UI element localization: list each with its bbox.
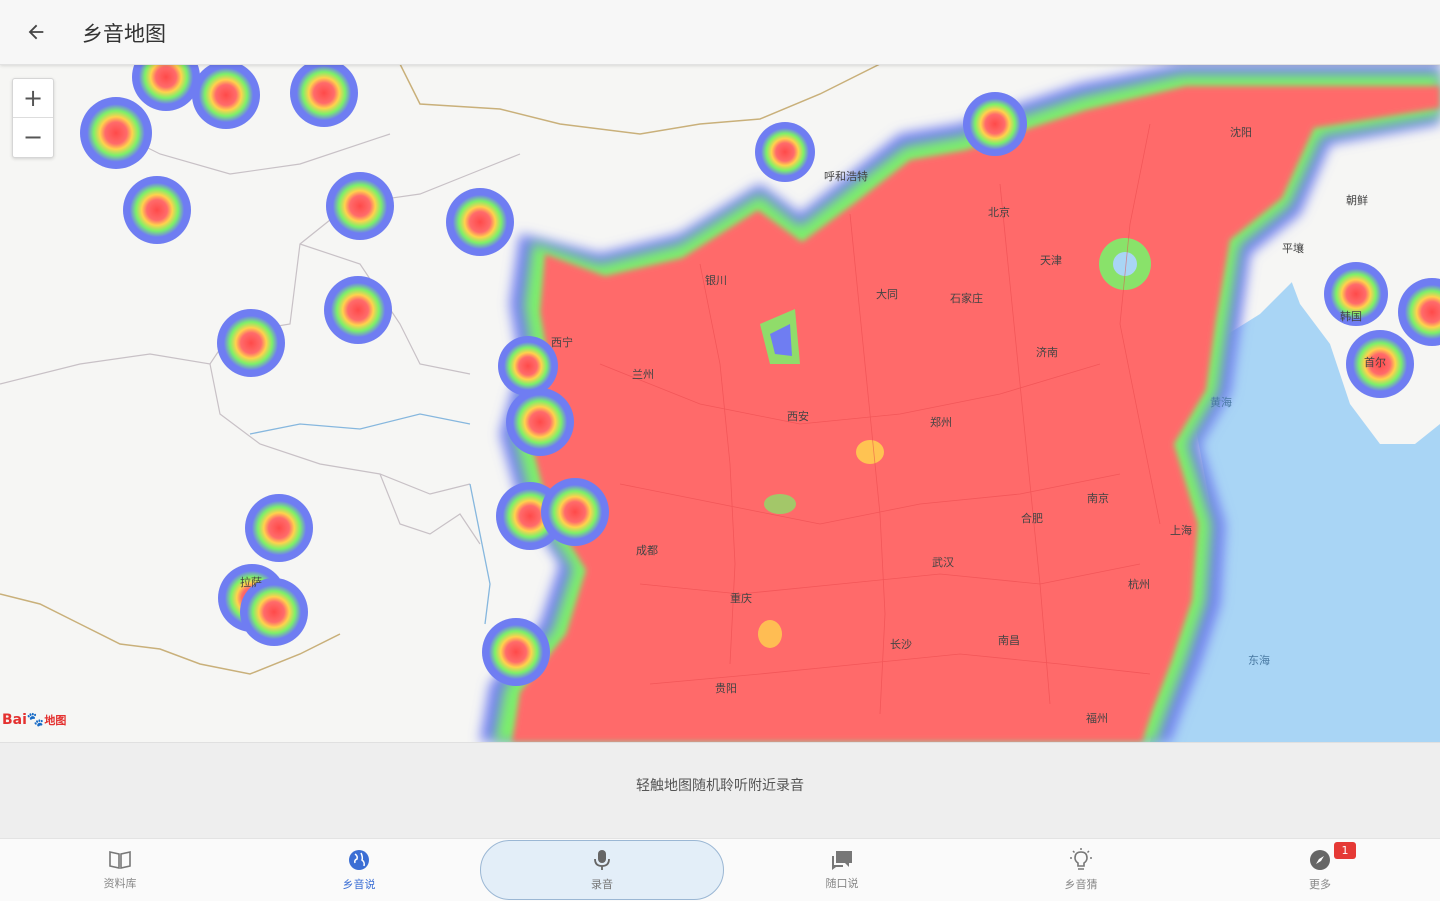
nav-label: 更多 bbox=[1309, 878, 1331, 891]
back-button[interactable] bbox=[16, 12, 56, 52]
hotspot bbox=[324, 276, 392, 344]
city-label: 天津 bbox=[1040, 254, 1062, 267]
sea-label: 东海 bbox=[1248, 653, 1270, 667]
hotspot bbox=[446, 188, 514, 256]
hotspot bbox=[498, 336, 558, 396]
dialect-heatmap[interactable]: 北京 天津 大同 石家庄 呼和浩特 银川 西宁 兰州 西安 郑州 济南 沈阳 南… bbox=[0, 64, 1440, 742]
hotspot bbox=[326, 172, 394, 240]
city-label: 西宁 bbox=[551, 335, 573, 349]
page-title: 乡音地图 bbox=[82, 22, 166, 46]
bottom-navigation: 资料库 乡音说 录音 随口说 乡音猜 更多 bbox=[0, 838, 1440, 901]
nav-label: 录音 bbox=[591, 878, 613, 891]
city-label: 武汉 bbox=[932, 556, 954, 569]
city-label: 呼和浩特 bbox=[824, 169, 868, 183]
city-label: 石家庄 bbox=[950, 291, 983, 305]
city-label: 郑州 bbox=[930, 415, 952, 429]
city-label: 银川 bbox=[705, 273, 727, 287]
lightbulb-icon bbox=[1070, 848, 1092, 870]
nav-label: 随口说 bbox=[825, 877, 859, 890]
nav-label: 乡音猜 bbox=[1064, 878, 1098, 891]
zoom-out-button[interactable]: − bbox=[13, 117, 53, 156]
city-label: 沈阳 bbox=[1230, 125, 1252, 139]
hotspot bbox=[132, 64, 200, 111]
arrow-left-icon bbox=[28, 24, 44, 40]
city-label: 南京 bbox=[1087, 491, 1109, 505]
baidu-map-logo: Bai🐾地图 bbox=[2, 712, 67, 728]
nav-item-more[interactable]: 更多 bbox=[1240, 839, 1400, 901]
city-label: 大同 bbox=[876, 287, 898, 301]
hotspot bbox=[217, 309, 285, 377]
city-label: 杭州 bbox=[1128, 577, 1150, 591]
city-label: 合肥 bbox=[1021, 511, 1043, 525]
hint-text: 轻触地图随机聆听附近录音 bbox=[636, 778, 804, 794]
city-label: 北京 bbox=[988, 205, 1010, 219]
nav-item-chat[interactable]: 随口说 bbox=[762, 839, 922, 901]
city-label: 成都 bbox=[636, 544, 658, 557]
compass-icon bbox=[1310, 850, 1330, 870]
nav-item-guess[interactable]: 乡音猜 bbox=[1001, 839, 1161, 901]
city-label: 长沙 bbox=[890, 638, 912, 651]
hotspot bbox=[290, 64, 358, 127]
hotspot bbox=[506, 388, 574, 456]
notification-badge: 1 bbox=[1334, 842, 1356, 859]
city-label: 首尔 bbox=[1364, 355, 1386, 369]
city-label: 福州 bbox=[1086, 711, 1108, 725]
microphone-icon bbox=[594, 850, 610, 870]
hotspot bbox=[482, 618, 550, 686]
chat-icon bbox=[832, 851, 852, 870]
hotspot bbox=[541, 478, 609, 546]
city-label: 韩国 bbox=[1340, 309, 1362, 323]
city-label: 拉萨 bbox=[240, 575, 262, 589]
city-label: 平壤 bbox=[1282, 241, 1304, 255]
zoom-in-button[interactable]: + bbox=[13, 79, 53, 117]
map-canvas[interactable]: 北京 天津 大同 石家庄 呼和浩特 银川 西宁 兰州 西安 郑州 济南 沈阳 南… bbox=[0, 64, 1440, 742]
hotspot bbox=[755, 122, 815, 182]
hotspot bbox=[963, 92, 1027, 156]
nav-item-dialect[interactable]: 乡音说 bbox=[279, 839, 439, 901]
city-label: 济南 bbox=[1036, 345, 1058, 359]
hotspot bbox=[192, 64, 260, 129]
city-label: 南昌 bbox=[998, 634, 1020, 647]
globe-icon bbox=[349, 850, 369, 870]
nav-label: 资料库 bbox=[103, 877, 137, 890]
city-label: 贵阳 bbox=[715, 682, 737, 695]
nav-item-record[interactable]: 录音 bbox=[480, 840, 724, 900]
zoom-control: + − bbox=[12, 78, 54, 158]
city-label: 上海 bbox=[1170, 523, 1192, 537]
hotspot bbox=[80, 97, 152, 169]
sea-label: 黄海 bbox=[1210, 395, 1232, 409]
hotspot bbox=[245, 494, 313, 562]
hint-panel: 轻触地图随机聆听附近录音 bbox=[0, 742, 1440, 838]
city-label: 兰州 bbox=[632, 368, 654, 381]
book-icon bbox=[109, 851, 131, 869]
hotspot bbox=[123, 176, 191, 244]
nav-item-library[interactable]: 资料库 bbox=[40, 839, 200, 901]
nav-label: 乡音说 bbox=[342, 878, 376, 891]
city-label: 西安 bbox=[787, 409, 809, 423]
app-bar: 乡音地图 bbox=[0, 0, 1440, 65]
city-label: 重庆 bbox=[730, 591, 752, 605]
city-label: 朝鲜 bbox=[1346, 193, 1368, 207]
